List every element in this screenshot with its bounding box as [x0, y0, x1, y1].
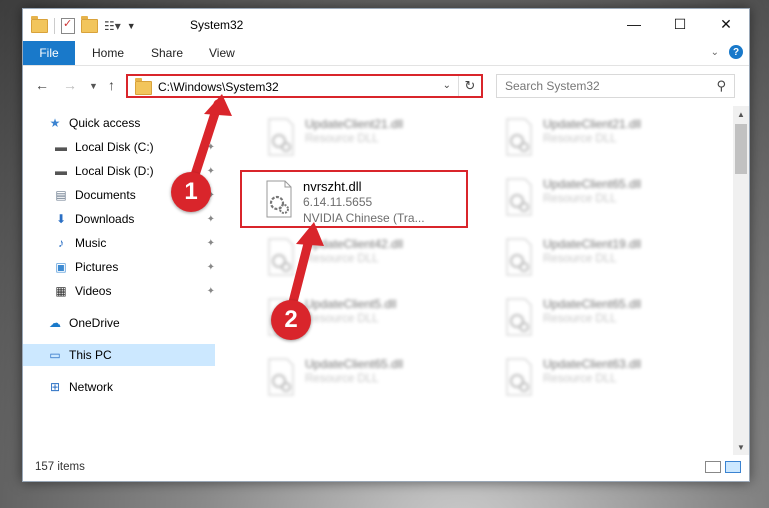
arrow-to-file	[287, 231, 315, 311]
step-badge-1: 1	[171, 172, 211, 212]
arrow-head-1	[204, 94, 232, 116]
step-badge-2: 2	[271, 300, 311, 340]
arrow-to-address-bar	[189, 99, 223, 183]
annotation-arrows	[189, 94, 324, 311]
arrow-head-2	[296, 222, 324, 246]
